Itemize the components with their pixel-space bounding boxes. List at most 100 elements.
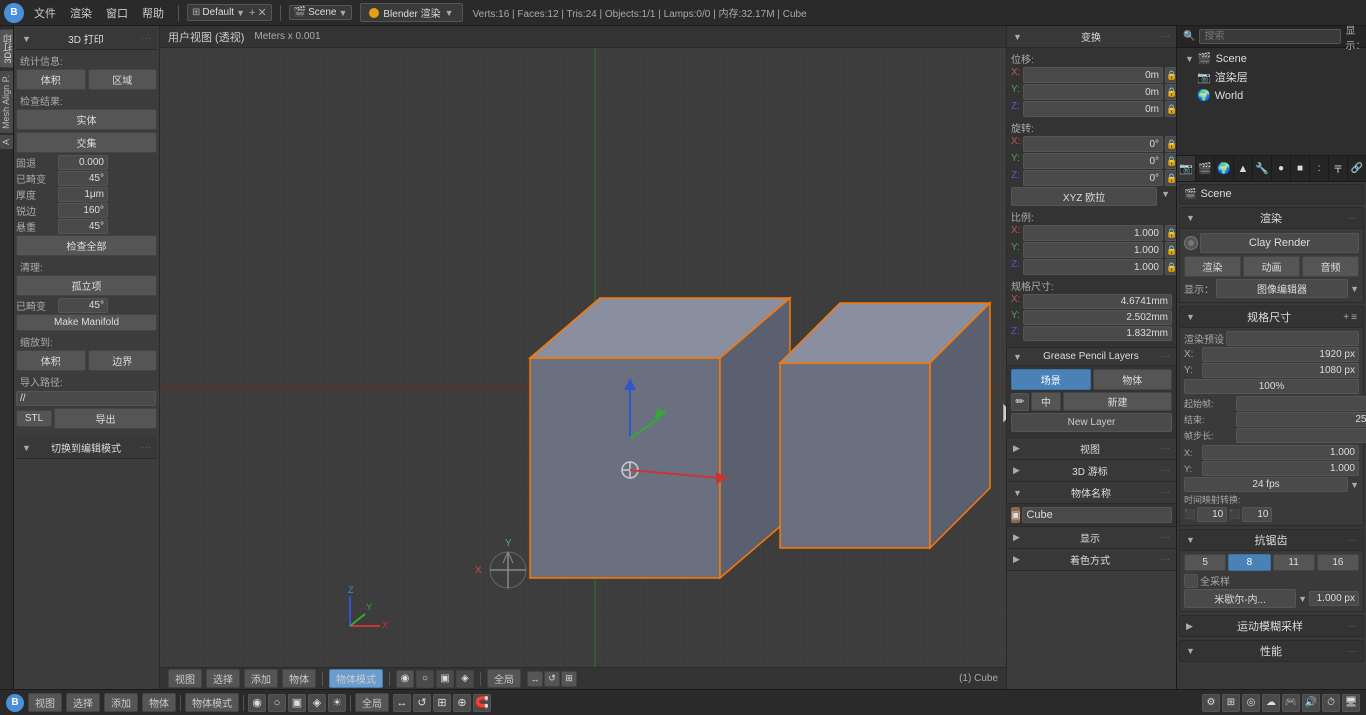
vtab-3dprint[interactable]: 3D打印 xyxy=(0,30,13,68)
bb-select[interactable]: 选择 xyxy=(66,693,100,712)
input-distorted2[interactable] xyxy=(58,298,108,313)
vtab-misc[interactable]: A xyxy=(0,135,13,149)
btn-wire-mode[interactable]: ○ xyxy=(416,670,434,688)
tab-scene[interactable]: 场景 xyxy=(1011,369,1091,390)
btn-scale-x-lock[interactable]: 🔒 xyxy=(1165,225,1176,241)
input-pos-y[interactable] xyxy=(1023,84,1163,100)
bb-snap-icon[interactable]: 🧲 xyxy=(473,694,491,712)
btn-rot-y-lock[interactable]: 🔒 xyxy=(1165,153,1176,169)
tab-world[interactable]: 🌍 xyxy=(1215,156,1234,181)
clay-toggle[interactable] xyxy=(1184,236,1198,250)
menu-help[interactable]: 帮助 xyxy=(136,3,170,23)
tab-texture[interactable]: ■ xyxy=(1291,156,1310,181)
btn-anim[interactable]: 动画 xyxy=(1243,256,1300,277)
input-object-name[interactable] xyxy=(1022,507,1172,523)
tab-material[interactable]: ● xyxy=(1272,156,1291,181)
engine-label[interactable]: Blender 渲染 xyxy=(383,5,440,20)
btn-isolated[interactable]: 孤立项 xyxy=(16,275,157,296)
input-overhang[interactable] xyxy=(58,219,108,234)
input-dim-y[interactable] xyxy=(1023,310,1172,325)
render-section-header[interactable]: ▼ 渲染 ··· xyxy=(1179,207,1364,229)
tab-object[interactable]: 物体 xyxy=(1093,369,1173,390)
bb-ri7[interactable]: ⏱ xyxy=(1322,694,1340,712)
input-pos-z[interactable] xyxy=(1023,101,1163,117)
input-thickness[interactable] xyxy=(58,187,108,202)
outliner-item-render-layer[interactable]: 📷 渲染层 xyxy=(1177,67,1366,87)
bb-extra-icon[interactable]: ⊕ xyxy=(453,694,471,712)
btn-scale-z-lock[interactable]: 🔒 xyxy=(1165,259,1176,275)
section-edit-header[interactable]: ▼ 切换到编辑模式 ··· xyxy=(16,437,157,459)
display-dropdown-icon[interactable]: ▼ xyxy=(1350,284,1359,294)
btn-scale-volume[interactable]: 体积 xyxy=(16,350,86,371)
btn-sound[interactable]: 音频 xyxy=(1302,256,1359,277)
btn-aa-16[interactable]: 16 xyxy=(1317,554,1359,571)
input-solid2[interactable] xyxy=(58,155,108,170)
btn-rot-z-lock[interactable]: 🔒 xyxy=(1165,170,1176,186)
vtab-meshclean[interactable]: Mesh Align P. xyxy=(0,71,13,133)
btn-clay-render[interactable]: Clay Render xyxy=(1200,233,1359,253)
btn-aa-5[interactable]: 5 xyxy=(1184,554,1226,571)
menu-file[interactable]: 文件 xyxy=(28,3,62,23)
btn-solid[interactable]: 实体 xyxy=(16,109,157,130)
scene-label[interactable]: Scene xyxy=(308,7,336,18)
grease-pencil-header[interactable]: ▼ Grease Pencil Layers ··· xyxy=(1007,348,1176,366)
input-sharp[interactable] xyxy=(58,203,108,218)
display-section-header[interactable]: ▶ 显示 ··· xyxy=(1007,527,1176,549)
input-distorted[interactable] xyxy=(58,171,108,186)
bb-ri4[interactable]: ☁ xyxy=(1262,694,1280,712)
workspace-close-icon[interactable]: ✕ xyxy=(257,6,266,19)
engine-dropdown-icon[interactable]: ▼ xyxy=(445,8,454,18)
fps-dropdown-icon[interactable]: ▼ xyxy=(1350,480,1359,490)
tab-particles[interactable]: : xyxy=(1310,156,1329,181)
tab-scene[interactable]: 🎬 xyxy=(1196,156,1215,181)
btn-pencil-mid[interactable]: 中 xyxy=(1031,392,1061,411)
dropdown-fps[interactable]: 24 fps xyxy=(1184,477,1348,492)
bb-scale-icon[interactable]: ⊞ xyxy=(433,694,451,712)
btn-texture-mode[interactable]: ▣ xyxy=(436,670,454,688)
shading-section-header[interactable]: ▶ 着色方式 ··· xyxy=(1007,549,1176,571)
tab-camera[interactable]: 📷 xyxy=(1177,156,1196,181)
input-aspect-x[interactable] xyxy=(1202,445,1359,460)
btn-check-all[interactable]: 检查全部 xyxy=(16,235,157,256)
viewport[interactable]: 用户视图 (透视) Meters x 0.001 xyxy=(160,26,1006,689)
input-dim-z[interactable] xyxy=(1023,326,1172,341)
bb-icon-rendered[interactable]: ☀ xyxy=(328,694,346,712)
btn-aa-8[interactable]: 8 xyxy=(1228,554,1270,571)
input-res-x[interactable] xyxy=(1202,347,1359,362)
dropdown-pixel-filter[interactable]: 米歇尔-内... xyxy=(1184,589,1296,608)
viewport-mode-btn[interactable]: 物体模式 xyxy=(329,669,383,688)
viewport-object-btn[interactable]: 物体 xyxy=(282,669,316,688)
object-color-swatch[interactable]: ▣ xyxy=(1011,507,1020,523)
view-section-header[interactable]: ▶ 视图 ··· xyxy=(1007,438,1176,460)
viewport-select-btn[interactable]: 选择 xyxy=(206,669,240,688)
bb-ri1[interactable]: ⚙ xyxy=(1202,694,1220,712)
btn-stl[interactable]: STL xyxy=(16,410,52,427)
btn-dim-menu[interactable]: ≡ xyxy=(1351,312,1357,323)
input-start-frame[interactable] xyxy=(1236,396,1366,411)
input-new[interactable] xyxy=(1242,507,1272,522)
btn-export[interactable]: 导出 xyxy=(54,408,157,429)
btn-rot-x-lock[interactable]: 🔒 xyxy=(1165,136,1176,152)
tab-physics[interactable]: 〒 xyxy=(1329,156,1348,181)
btn-aa-11[interactable]: 11 xyxy=(1273,554,1315,571)
workspace-add-icon[interactable]: + xyxy=(249,7,255,19)
btn-new-layer[interactable]: New Layer xyxy=(1011,413,1172,432)
bb-ri3[interactable]: ◎ xyxy=(1242,694,1260,712)
input-scale-z[interactable] xyxy=(1023,259,1163,275)
tab-constraints[interactable]: 🔗 xyxy=(1348,156,1366,181)
checkbox-full-sample[interactable] xyxy=(1184,574,1198,588)
perf-header[interactable]: ▼ 性能 ··· xyxy=(1179,640,1364,662)
3d-cursor-section-header[interactable]: ▶ 3D 游标 ··· xyxy=(1007,460,1176,482)
bb-view[interactable]: 视图 xyxy=(28,693,62,712)
input-end-frame[interactable] xyxy=(1236,412,1366,427)
input-res-y[interactable] xyxy=(1202,363,1359,378)
section-3dprint-header[interactable]: ▼ 3D 打印 ··· xyxy=(16,28,157,50)
dropdown-display[interactable]: 图像编辑器 xyxy=(1216,279,1348,298)
menu-render[interactable]: 渲染 xyxy=(64,3,98,23)
bb-icon-wire[interactable]: ○ xyxy=(268,694,286,712)
btn-pos-x-lock[interactable]: 🔒 xyxy=(1165,67,1176,83)
bb-icon-solid[interactable]: ◉ xyxy=(248,694,266,712)
input-rot-y[interactable] xyxy=(1023,153,1163,169)
btn-scale-y-lock[interactable]: 🔒 xyxy=(1165,242,1176,258)
viewport-view-btn[interactable]: 视图 xyxy=(168,669,202,688)
